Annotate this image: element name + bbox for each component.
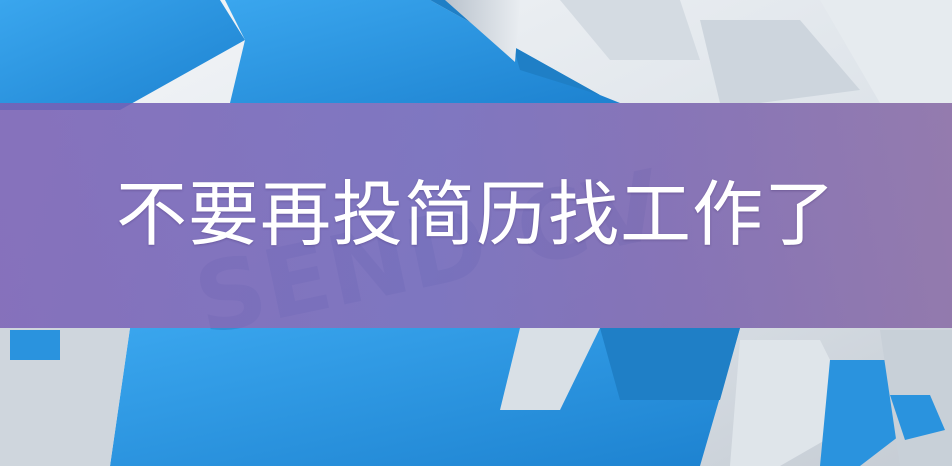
- banner-title: 不要再投简历找工作了: [116, 173, 837, 256]
- hero-image: SEND CV 不要再投简历找工作了: [0, 0, 952, 466]
